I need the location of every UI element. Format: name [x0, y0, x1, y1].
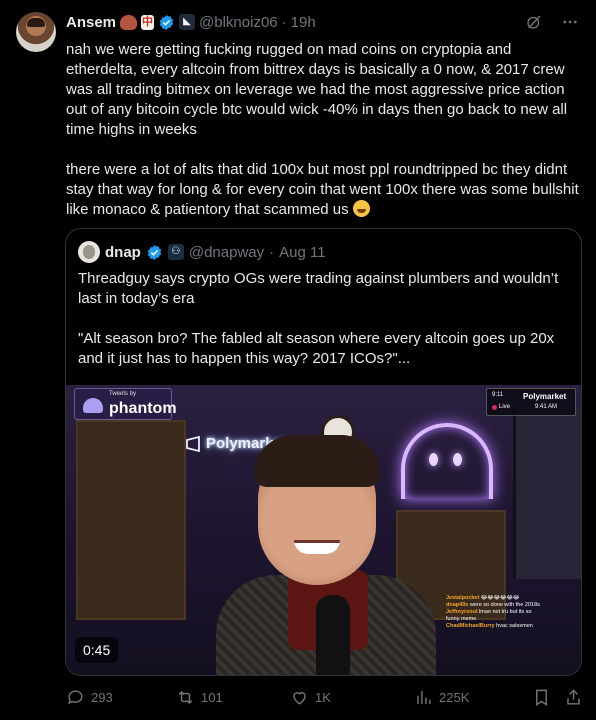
action-bar: 293 101 1K 225K	[66, 688, 582, 708]
video-duration: 0:45	[75, 637, 119, 663]
bookshelf-left	[76, 420, 186, 620]
affiliate-logo-icon: ⚇	[167, 244, 184, 260]
header-separator: ·	[281, 13, 287, 31]
stream-chat: Jestalpocket 😂😂😂😂😂😂 dnap40s were so done…	[446, 595, 576, 630]
tweet-header: Ansem 中 ◣ @blknoiz06 · 19h	[66, 12, 316, 32]
top-actions	[524, 12, 580, 32]
post-time[interactable]: 19h	[291, 14, 316, 31]
quoted-author-name: dnap	[105, 243, 141, 261]
bookmark-button[interactable]	[532, 688, 551, 707]
bookmark-icon	[536, 689, 547, 706]
polymarket-logo-icon	[186, 435, 200, 452]
tweet: Ansem 中 ◣ @blknoiz06 · 19h nah we were g…	[0, 0, 596, 720]
quoted-paragraph: "Alt season bro? The fabled alt season w…	[78, 330, 555, 367]
repost-count: 101	[201, 690, 223, 705]
affiliate-logo-icon[interactable]: ◣	[179, 14, 196, 30]
post-paragraph: there were a lot of alts that did 100x b…	[66, 161, 579, 218]
chat-message: funny meme	[446, 616, 477, 622]
quoted-avatar	[78, 241, 100, 263]
quoted-handle: @dnapway	[188, 243, 265, 261]
chat-message: dnap40s were so done with the 2018s	[446, 602, 540, 608]
ox-emoji-icon	[120, 14, 138, 30]
mahjong-emoji-icon: 中	[141, 14, 155, 30]
live-dot-icon	[492, 404, 497, 410]
phantom-ghost-icon	[83, 398, 103, 413]
live-overlay: 9:11 Live Polymarket 9:41 AM	[486, 388, 576, 416]
heart-icon	[293, 692, 306, 705]
quoted-text: Threadguy says crypto OGs were trading a…	[78, 269, 570, 389]
quoted-separator: ·	[269, 243, 275, 261]
views-button[interactable]: 225K	[414, 688, 469, 707]
quoted-paragraph: Threadguy says crypto OGs were trading a…	[78, 270, 559, 307]
like-count: 1K	[315, 690, 331, 705]
person-hair	[254, 435, 380, 487]
chat-message: Jestalpocket 😂😂😂😂😂😂	[446, 595, 520, 601]
view-count: 225K	[439, 690, 470, 705]
person-smile	[294, 540, 340, 554]
author-handle[interactable]: @blknoiz06	[199, 14, 278, 31]
quoted-date: Aug 11	[279, 243, 326, 261]
microphone	[316, 595, 350, 675]
sponsor-badge: Tweets by phantom	[74, 388, 177, 420]
like-button[interactable]: 1K	[290, 688, 331, 707]
more-options-icon[interactable]	[560, 12, 580, 32]
video-player[interactable]: Polymarket Tweets by phantom 9:11 Live P…	[66, 385, 581, 675]
chat-message: ChadMichaelBurry hvac salesmen	[446, 623, 533, 629]
window	[513, 409, 581, 579]
reply-count: 293	[91, 690, 113, 705]
share-button[interactable]	[564, 688, 583, 707]
repost-icon	[178, 690, 193, 705]
verified-badge-icon[interactable]	[158, 14, 175, 31]
reply-button[interactable]: 293	[66, 688, 113, 707]
reply-icon	[68, 690, 83, 705]
author-name[interactable]: Ansem	[66, 14, 116, 31]
author-avatar[interactable]	[16, 12, 56, 52]
views-chart-icon	[417, 691, 431, 704]
chat-message: Jeffreyrsoul lmao not tru but its so	[446, 609, 532, 615]
verified-badge-icon	[147, 244, 162, 260]
post-text: nah we were getting fucking rugged on ma…	[66, 40, 582, 240]
quoted-header: dnap ⚇ @dnapway · Aug 11	[78, 241, 326, 263]
share-icon	[567, 689, 580, 705]
grok-icon[interactable]	[524, 12, 544, 32]
quoted-tweet[interactable]: dnap ⚇ @dnapway · Aug 11 Threadguy says …	[65, 228, 582, 676]
post-paragraph: nah we were getting fucking rugged on ma…	[66, 41, 568, 138]
laughing-emoji-icon	[352, 200, 370, 217]
repost-button[interactable]: 101	[176, 688, 223, 707]
